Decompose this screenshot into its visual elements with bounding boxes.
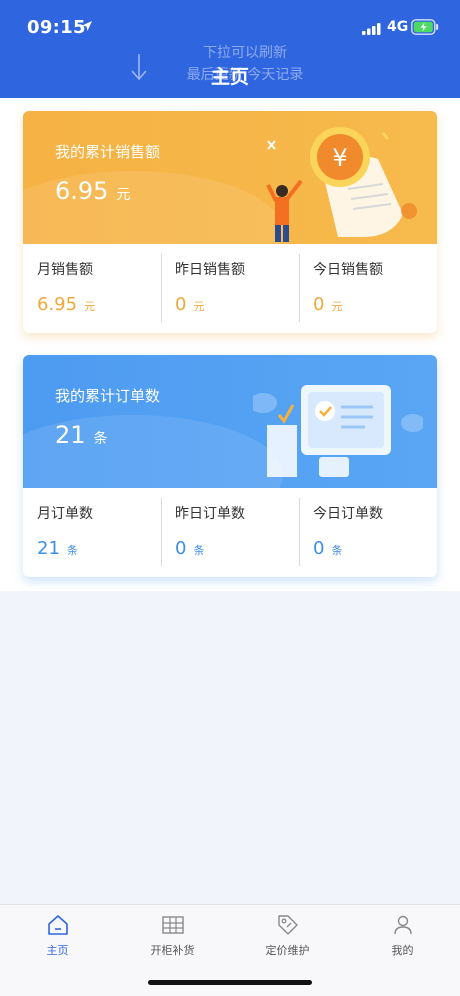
coin-receipt-illustration: ¥ bbox=[266, 127, 417, 242]
tab-label: 主页 bbox=[46, 944, 69, 957]
stat-value: 0条 bbox=[175, 538, 204, 559]
stat-unit: 元 bbox=[84, 300, 96, 313]
pull-refresh-line1: 下拉可以刷新 bbox=[203, 45, 287, 61]
battery-charging-icon bbox=[411, 19, 439, 35]
signal-icon bbox=[362, 23, 381, 35]
sales-total-unit: 元 bbox=[116, 187, 131, 203]
tab-home[interactable]: 主页 bbox=[0, 913, 115, 963]
tab-label: 我的 bbox=[391, 944, 414, 957]
stat-unit: 条 bbox=[331, 544, 343, 557]
stat-value: 21 条 bbox=[37, 538, 78, 559]
user-icon bbox=[393, 915, 412, 935]
order-document-illustration bbox=[253, 385, 423, 477]
tab-pricing[interactable]: 定价维护 bbox=[230, 913, 345, 963]
stat-unit: 元 bbox=[331, 300, 343, 313]
sales-total-value: 6.95 bbox=[55, 177, 109, 205]
orders-card-header: 我的累计订单数 21 条 bbox=[23, 355, 437, 488]
stat-value: 0元 bbox=[313, 294, 342, 315]
stat-label: 今日销售额 bbox=[313, 262, 383, 278]
sales-stats: 月销售额 6.95 元 昨日销售额 0元 今日销售额 0元 bbox=[23, 244, 437, 333]
sales-card-title: 我的累计销售额 bbox=[55, 143, 161, 161]
stat-value: 0元 bbox=[175, 294, 204, 315]
main-content[interactable]: 我的累计销售额 6.95 元 ¥ 月销售额 6.95 元 昨日销售额 0 元 今… bbox=[0, 98, 460, 591]
tab-label: 开柜补货 bbox=[150, 944, 195, 957]
orders-stats: 月订单数 21 条 昨日订单数 0条 今日订单数 0条 bbox=[23, 488, 437, 577]
tab-restock[interactable]: 开柜补货 bbox=[115, 913, 230, 963]
stat-monthly-orders[interactable]: 月订单数 21 条 bbox=[23, 488, 161, 577]
stat-yesterday-orders[interactable]: 昨日订单数 0条 bbox=[161, 488, 299, 577]
svg-text:¥: ¥ bbox=[332, 144, 347, 172]
cabinet-icon bbox=[161, 916, 184, 934]
network-type: 4G bbox=[387, 19, 409, 35]
stat-today-sales[interactable]: 今日销售额 0元 bbox=[299, 244, 437, 333]
stat-unit: 条 bbox=[193, 544, 205, 557]
stat-number: 6.95 bbox=[37, 294, 78, 315]
sales-card-header: 我的累计销售额 6.95 元 ¥ bbox=[23, 111, 437, 244]
stat-label: 月销售额 bbox=[37, 262, 93, 278]
stat-label: 月订单数 bbox=[37, 506, 93, 522]
stat-monthly-sales[interactable]: 月销售额 6.95 元 bbox=[23, 244, 161, 333]
stat-label: 昨日订单数 bbox=[175, 506, 245, 522]
stat-label: 昨日销售额 bbox=[175, 262, 245, 278]
stat-value: 0条 bbox=[313, 538, 342, 559]
orders-total: 21 条 bbox=[55, 421, 108, 449]
tab-label: 定价维护 bbox=[265, 944, 310, 957]
status-time: 09:15 bbox=[27, 17, 86, 38]
page-title: 主页 bbox=[210, 66, 249, 88]
orders-total-value: 21 bbox=[55, 421, 86, 449]
stat-yesterday-sales[interactable]: 昨日销售额 0元 bbox=[161, 244, 299, 333]
sales-card[interactable]: 我的累计销售额 6.95 元 ¥ 月销售额 6.95 元 昨日销售额 0 元 今… bbox=[23, 111, 437, 333]
stat-number: 0 bbox=[175, 294, 187, 315]
stat-label: 今日订单数 bbox=[313, 506, 383, 522]
price-tag-icon bbox=[277, 915, 298, 935]
stat-value: 6.95 元 bbox=[37, 294, 95, 315]
home-indicator[interactable] bbox=[148, 980, 312, 985]
stat-unit: 条 bbox=[66, 544, 78, 557]
header: 09:15 4G 下拉可以刷新 最后更新:今天记录 主页 bbox=[0, 0, 460, 98]
orders-card-title: 我的累计订单数 bbox=[55, 387, 161, 405]
stat-today-orders[interactable]: 今日订单数 0条 bbox=[299, 488, 437, 577]
orders-total-unit: 条 bbox=[93, 431, 108, 447]
stat-unit: 元 bbox=[193, 300, 205, 313]
stat-number: 0 bbox=[175, 538, 187, 559]
stat-number: 0 bbox=[313, 294, 325, 315]
orders-card[interactable]: 我的累计订单数 21 条 月订单数 21 条 昨日订单数 0 条 今日订单数 0… bbox=[23, 355, 437, 577]
home-icon bbox=[47, 915, 68, 935]
sales-total: 6.95 元 bbox=[55, 177, 130, 205]
tab-mine[interactable]: 我的 bbox=[345, 913, 460, 963]
stat-number: 21 bbox=[37, 538, 60, 559]
location-arrow-icon bbox=[82, 21, 92, 31]
stat-number: 0 bbox=[313, 538, 325, 559]
